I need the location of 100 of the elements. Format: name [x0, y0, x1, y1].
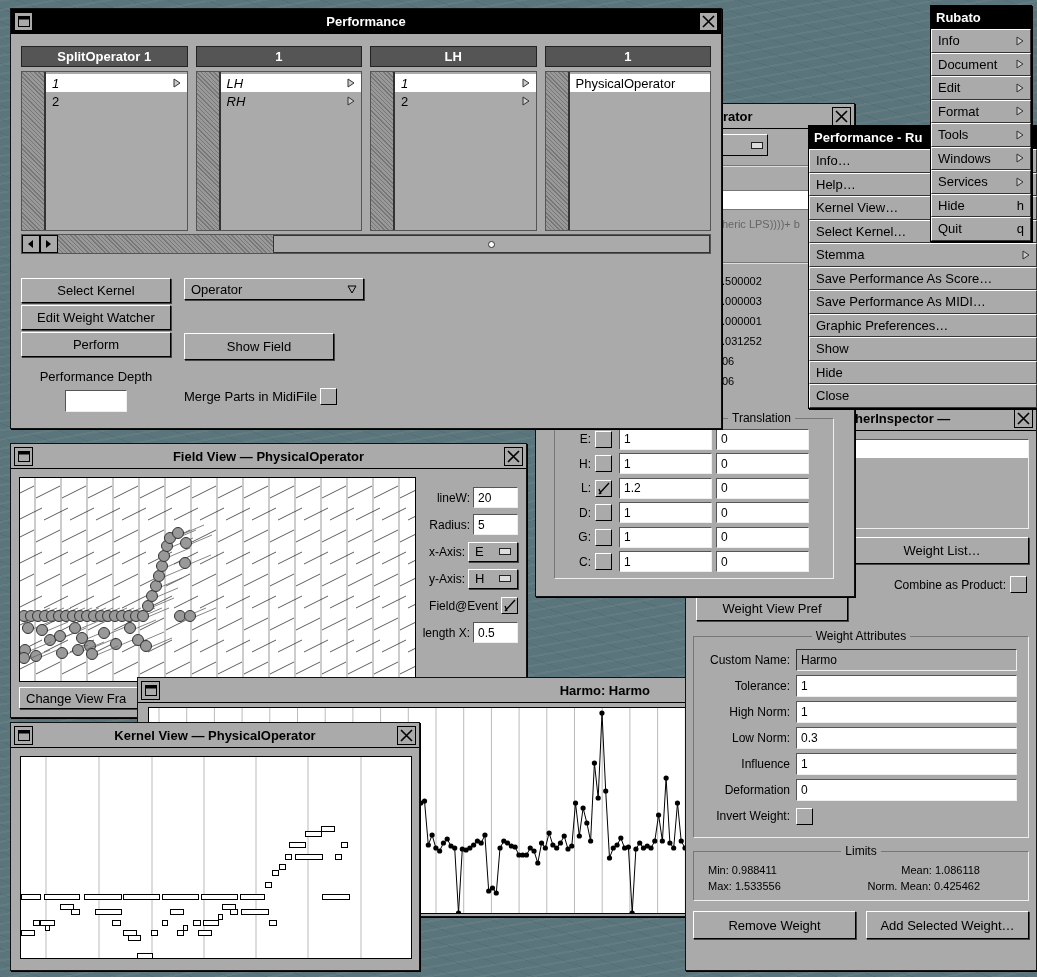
menu-item[interactable]: Document — [931, 52, 1031, 76]
input-field[interactable]: 0.5 — [473, 622, 518, 643]
checkbox[interactable] — [595, 479, 612, 497]
data-point — [535, 860, 541, 866]
scroller[interactable] — [545, 72, 570, 230]
bar-icon — [499, 548, 511, 555]
input-field[interactable]: 1 — [796, 675, 1017, 697]
menu-item[interactable]: Hide — [809, 360, 1037, 384]
list-item[interactable]: LH — [220, 74, 361, 92]
field-label: High Norm: — [728, 705, 790, 719]
list-item[interactable]: 1 — [46, 74, 187, 92]
scroll-arrow-button[interactable] — [40, 235, 58, 253]
checkbox[interactable] — [1010, 576, 1027, 593]
input-field[interactable]: Harmo — [796, 649, 1017, 671]
input-field[interactable] — [65, 390, 127, 412]
input-field[interactable]: 1.2 — [619, 477, 712, 499]
list-item[interactable]: 1 — [395, 74, 536, 92]
minimize-button[interactable] — [141, 680, 160, 700]
weight-list-button[interactable]: Weight List… — [855, 537, 1029, 564]
menu-item[interactable]: Save Performance As Score… — [809, 266, 1037, 290]
field-label: Radius: — [429, 517, 470, 532]
checkbox[interactable] — [595, 455, 612, 473]
field-label: length X: — [422, 625, 470, 640]
checkbox[interactable] — [595, 504, 612, 522]
menu-item[interactable]: Windows — [931, 146, 1031, 170]
button[interactable]: Perform — [21, 332, 171, 357]
menu-item[interactable]: Stemma — [809, 243, 1037, 267]
data-point — [588, 838, 594, 844]
scroll-bar[interactable] — [21, 234, 711, 254]
operator-popup[interactable]: Operator — [184, 278, 364, 300]
data-point — [663, 775, 669, 781]
input-field[interactable]: 1 — [619, 526, 712, 548]
row-label: D: — [578, 505, 591, 520]
menu-item[interactable]: Graphic Preferences… — [809, 313, 1037, 337]
stat-text: Norm. Mean: 0.425462 — [866, 880, 981, 892]
column-header: SplitOperator 1 — [21, 46, 188, 67]
scroller[interactable] — [196, 72, 221, 230]
button[interactable]: Add Selected Weight… — [866, 911, 1029, 939]
close-button[interactable] — [397, 725, 416, 745]
menu-item[interactable]: Show — [809, 337, 1037, 361]
menu-item[interactable]: Edit — [931, 76, 1031, 100]
button[interactable]: Select Kernel — [21, 278, 171, 303]
scroll-arrow-button[interactable] — [22, 235, 40, 253]
button[interactable]: Change View Fra — [19, 687, 139, 709]
data-point — [576, 833, 582, 839]
input-field[interactable]: 20 — [473, 487, 518, 508]
menu-item[interactable]: Close — [809, 384, 1037, 408]
show-field-button[interactable]: Show Field — [184, 333, 334, 360]
input-field[interactable]: 1 — [619, 502, 712, 524]
scroller[interactable] — [22, 72, 46, 230]
input-field[interactable]: 0 — [796, 779, 1017, 801]
list-item[interactable]: 2 — [395, 92, 536, 110]
menu-item[interactable]: Services — [931, 170, 1031, 194]
input-field[interactable]: 1 — [796, 753, 1017, 775]
input-field[interactable]: 5 — [473, 514, 518, 535]
scroller[interactable] — [371, 72, 395, 230]
list-item[interactable]: PhysicalOperator — [569, 74, 710, 92]
bar-icon — [499, 575, 511, 582]
scroll-knob[interactable] — [273, 235, 710, 253]
input-field[interactable]: 1 — [619, 428, 712, 450]
input-field[interactable]: 0 — [716, 428, 809, 450]
field-label: Tolerance: — [733, 679, 790, 693]
close-button[interactable] — [699, 11, 718, 31]
menu-item[interactable]: Hide h — [931, 193, 1031, 217]
data-point — [429, 832, 435, 838]
input-field[interactable]: 0 — [716, 526, 809, 548]
checkbox[interactable] — [319, 388, 337, 405]
close-button[interactable] — [504, 446, 523, 466]
submenu-arrow-icon — [1022, 249, 1030, 260]
list-item[interactable]: 2 — [46, 92, 187, 110]
menu-item[interactable]: Format — [931, 99, 1031, 123]
menu-item[interactable]: Quit q — [931, 217, 1031, 241]
minimize-button[interactable] — [14, 11, 33, 31]
checkbox[interactable] — [796, 807, 813, 825]
input-field[interactable]: 0 — [716, 502, 809, 524]
input-field[interactable]: 0 — [716, 551, 809, 573]
menu-item[interactable]: Tools — [931, 123, 1031, 147]
checkbox[interactable] — [595, 528, 612, 546]
input-field[interactable]: 0.3 — [796, 727, 1017, 749]
popup-button[interactable]: H — [468, 568, 518, 589]
checkbox[interactable] — [595, 430, 612, 448]
minimize-button[interactable] — [14, 446, 33, 466]
input-field[interactable]: 1 — [619, 551, 712, 573]
checkbox[interactable] — [501, 597, 518, 614]
input-field[interactable]: 1 — [796, 701, 1017, 723]
checkbox[interactable] — [595, 553, 612, 571]
button[interactable]: Remove Weight — [693, 911, 856, 939]
input-field[interactable]: 1 — [619, 453, 712, 475]
close-button[interactable] — [832, 106, 851, 126]
input-field[interactable]: 0 — [716, 477, 809, 499]
popup-button[interactable] — [722, 134, 768, 156]
button[interactable]: Edit Weight Watcher — [21, 305, 171, 330]
data-point — [599, 710, 605, 716]
minimize-button[interactable] — [14, 725, 33, 745]
popup-button[interactable]: E — [468, 541, 518, 562]
input-field[interactable]: 0 — [716, 453, 809, 475]
menu-item[interactable]: Info — [931, 29, 1031, 53]
menu-item[interactable]: Save Performance As MIDI… — [809, 290, 1037, 314]
list-item[interactable]: RH — [220, 92, 361, 110]
data-point — [482, 832, 488, 838]
